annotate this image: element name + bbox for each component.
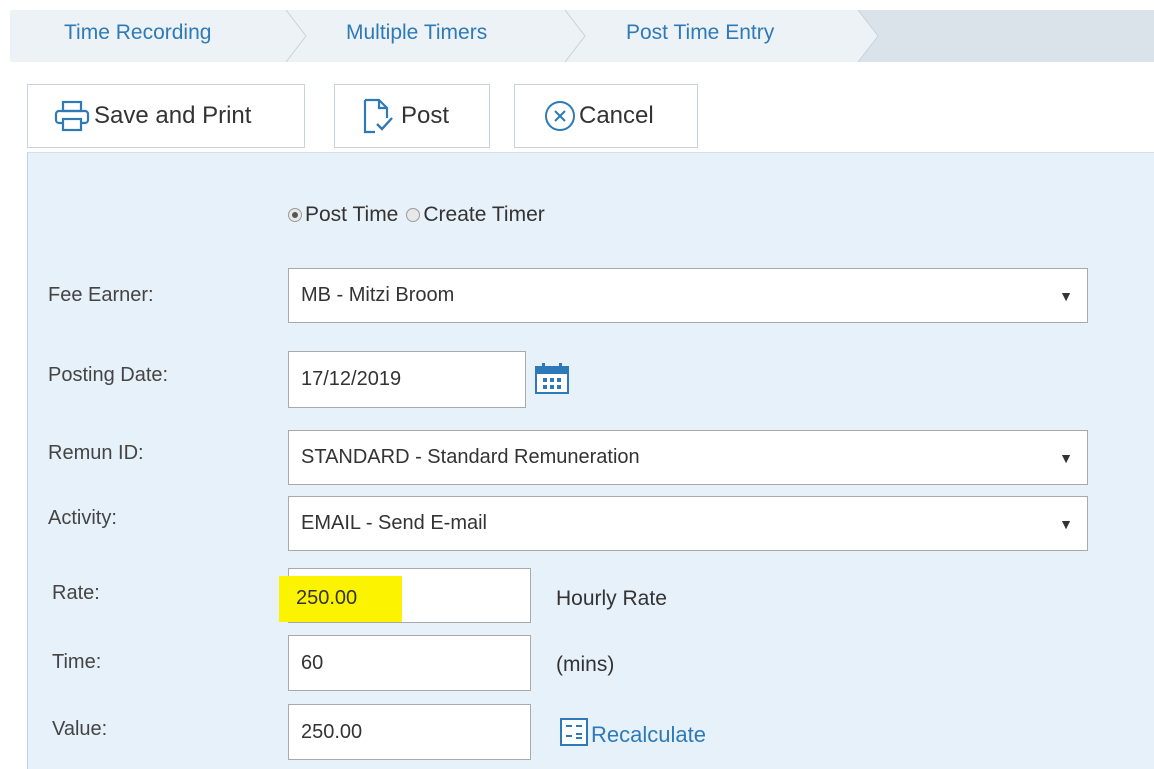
- mins-text: (mins): [556, 653, 615, 676]
- post-time-radio[interactable]: [288, 208, 302, 222]
- breadcrumb-post-time-entry[interactable]: Post Time Entry: [626, 10, 774, 62]
- create-timer-radio[interactable]: [406, 208, 421, 222]
- time-label: Time:: [52, 651, 102, 673]
- breadcrumb-time-recording[interactable]: Time Recording: [64, 10, 211, 62]
- time-input[interactable]: 60: [288, 635, 531, 691]
- remun-id-select[interactable]: STANDARD - Standard Remuneration ▼: [288, 430, 1088, 485]
- circle-x-icon: [543, 99, 577, 133]
- remun-id-value: STANDARD - Standard Remuneration: [301, 446, 640, 468]
- posting-date-input[interactable]: 17/12/2019: [288, 351, 526, 408]
- rate-value: 250.00: [296, 587, 358, 609]
- time-value: 60: [301, 651, 324, 674]
- value-label: Value:: [52, 718, 108, 740]
- value-value: 250.00: [301, 720, 363, 743]
- cancel-label: Cancel: [579, 102, 654, 129]
- activity-value: EMAIL - Send E-mail: [301, 512, 487, 534]
- fee-earner-select[interactable]: MB - Mitzi Broom ▼: [288, 268, 1088, 323]
- activity-select[interactable]: EMAIL - Send E-mail ▼: [288, 496, 1088, 551]
- calculator-icon: [560, 718, 588, 752]
- breadcrumb-multiple-timers[interactable]: Multiple Timers: [346, 10, 487, 62]
- hourly-rate-text: Hourly Rate: [556, 587, 667, 610]
- printer-icon: [54, 100, 90, 132]
- fee-earner-label: Fee Earner:: [48, 284, 154, 306]
- fee-earner-value: MB - Mitzi Broom: [301, 284, 455, 306]
- recalculate-link[interactable]: Recalculate: [560, 718, 706, 752]
- mode-radio-group: Post Time Create Timer: [288, 199, 545, 231]
- posting-date-label: Posting Date:: [48, 364, 169, 386]
- breadcrumb: Time Recording Multiple Timers Post Time…: [10, 10, 1154, 62]
- save-and-print-button[interactable]: Save and Print: [27, 84, 305, 148]
- calendar-icon[interactable]: [535, 362, 569, 399]
- document-check-icon: [361, 98, 395, 134]
- post-label: Post: [401, 102, 450, 129]
- triangle-down-icon: ▼: [1059, 449, 1073, 466]
- activity-label: Activity:: [48, 507, 117, 529]
- posting-date-value: 17/12/2019: [301, 368, 402, 390]
- post-button[interactable]: Post: [334, 84, 490, 148]
- value-input[interactable]: 250.00: [288, 704, 531, 760]
- post-time-radio-label[interactable]: Post Time: [305, 203, 398, 227]
- remun-id-label: Remun ID:: [48, 442, 144, 464]
- recalculate-label: Recalculate: [591, 722, 706, 747]
- rate-label: Rate:: [52, 582, 100, 604]
- create-timer-radio-label[interactable]: Create Timer: [423, 203, 544, 227]
- cancel-button[interactable]: Cancel: [514, 84, 698, 148]
- triangle-down-icon: ▼: [1059, 287, 1073, 304]
- triangle-down-icon: ▼: [1059, 515, 1073, 532]
- save-and-print-label: Save and Print: [94, 102, 252, 129]
